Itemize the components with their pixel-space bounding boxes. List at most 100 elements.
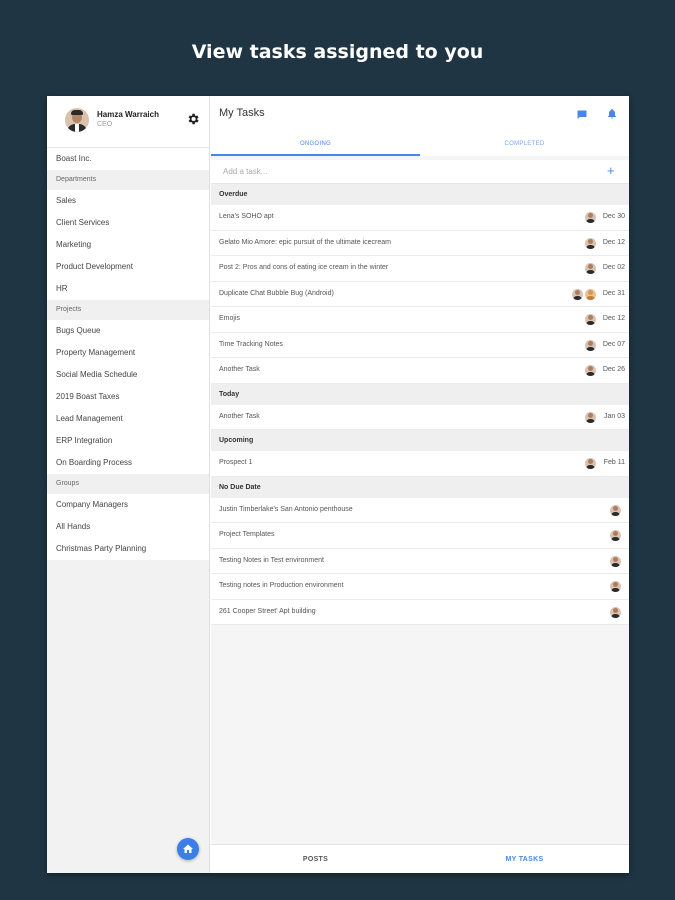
task-due-date: Dec 26 (602, 366, 625, 373)
task-title: Lena's SOHO apt (219, 213, 274, 220)
task-due-date: Jan 03 (603, 412, 625, 420)
sidebar-item[interactable]: 2019 Boast Taxes (47, 386, 209, 408)
nav-my-tasks[interactable]: MY TASKS (420, 845, 629, 873)
profile-name: Hamza Warraich (97, 110, 159, 119)
sidebar-item[interactable]: Boast Inc. (47, 148, 209, 170)
sidebar-item[interactable]: Bugs Queue (47, 320, 209, 342)
bottom-nav: POSTS MY TASKS (211, 844, 629, 873)
assignee-avatar (572, 288, 583, 300)
task-due-date: Dec 31 (602, 289, 625, 297)
task-list: Overdue Lena's SOHO apt Dec 30 Gelato Mio A… (211, 184, 629, 625)
sidebar-section-header: Projects (47, 300, 209, 320)
tab-ongoing[interactable]: ONGOING (211, 134, 420, 156)
task-title: Prospect 1 (219, 459, 253, 466)
sidebar-list: Boast Inc. Departments Sales Client Service… (47, 148, 209, 560)
assignee-avatar (585, 339, 596, 351)
sidebar-item[interactable]: All Hands (47, 516, 209, 538)
task-due-date: Dec 30 (602, 213, 625, 220)
sidebar-item[interactable]: Company Managers (47, 494, 209, 516)
task-row[interactable]: Testing notes in Production environment (211, 574, 629, 600)
task-title: Testing notes in Production environment (219, 582, 344, 589)
sidebar-section-header: Groups (47, 474, 209, 494)
chat-icon[interactable] (576, 108, 588, 120)
task-title: Testing Notes in Test environment (219, 556, 324, 564)
task-row[interactable]: Prospect 1 Feb 11 (211, 451, 629, 477)
sidebar-item[interactable]: Sales (47, 190, 209, 212)
sidebar: Hamza Warraich CEO Boast Inc. Departments… (47, 96, 210, 873)
assignee-avatar (585, 365, 596, 376)
sidebar-item[interactable]: ERP Integration (47, 430, 209, 452)
task-title: Time Tracking Notes (219, 340, 283, 348)
task-row[interactable]: Time Tracking Notes Dec 07 (211, 332, 629, 358)
sidebar-item[interactable]: Social Media Schedule (47, 364, 209, 386)
task-title: Gelato Mio Amore: epic pursuit of the ul… (219, 238, 391, 246)
task-due-date: Dec 12 (602, 315, 625, 322)
profile-role: CEO (97, 121, 113, 128)
add-task-input[interactable]: Add a task... (223, 167, 267, 176)
task-title: Emojis (219, 315, 241, 322)
assignee-avatar (585, 458, 596, 469)
task-row[interactable]: Emojis Dec 12 (211, 307, 629, 333)
task-title: Project Templates (219, 531, 275, 538)
task-row[interactable]: Project Templates (211, 523, 629, 549)
assignee-avatar (610, 555, 621, 567)
task-row[interactable]: Gelato Mio Amore: epic pursuit of the ul… (211, 230, 629, 256)
tablet-screen: Hamza Warraich CEO Boast Inc. Departments… (47, 96, 629, 873)
sidebar-item[interactable]: Marketing (47, 234, 209, 256)
assignee-avatar (585, 288, 596, 300)
task-title: Justin Timberlake's San Antonio penthous… (219, 505, 353, 513)
assignee-avatar (610, 606, 621, 618)
assignee-avatar (585, 314, 596, 325)
assignee-avatar (585, 212, 596, 223)
assignee-avatar (610, 581, 621, 592)
task-title: Another Task (219, 366, 260, 373)
headline: View tasks assigned to you (191, 41, 484, 63)
assignee-avatar (585, 237, 596, 249)
task-title: Duplicate Chat Bubble Bug (Android) (219, 289, 334, 297)
sidebar-item[interactable]: Lead Management (47, 408, 209, 430)
section-header: Overdue (211, 184, 629, 205)
task-title: Post 2: Pros and cons of eating ice crea… (219, 264, 389, 271)
assignee-avatar (610, 504, 621, 516)
top-bar: My Tasks ONGOING COMPLETED (211, 96, 629, 156)
task-row[interactable]: Duplicate Chat Bubble Bug (Android) Dec 3… (211, 281, 629, 307)
avatar[interactable] (65, 108, 89, 132)
task-due-date: Feb 11 (603, 459, 625, 466)
task-due-date: Dec 12 (602, 238, 625, 246)
bell-icon[interactable] (606, 107, 618, 120)
main-panel: My Tasks ONGOING COMPLETED Add a task...… (211, 96, 629, 873)
tab-completed[interactable]: COMPLETED (420, 134, 629, 156)
task-row[interactable]: Post 2: Pros and cons of eating ice crea… (211, 256, 629, 282)
assignee-avatar (610, 530, 621, 541)
section-header: Upcoming (211, 430, 629, 451)
section-header: No Due Date (211, 476, 629, 498)
sidebar-item[interactable]: Client Services (47, 212, 209, 234)
task-row[interactable]: Another Task Jan 03 (211, 404, 629, 430)
page-title: My Tasks (219, 107, 265, 119)
task-row[interactable]: Lena's SOHO apt Dec 30 (211, 205, 629, 231)
assignee-avatar (585, 263, 596, 274)
section-header: Today (211, 383, 629, 405)
settings-gear-icon[interactable] (185, 112, 201, 128)
add-task-row[interactable]: Add a task... + (211, 160, 629, 184)
sidebar-item[interactable]: Property Management (47, 342, 209, 364)
sidebar-item[interactable]: Product Development (47, 256, 209, 278)
task-row[interactable]: Testing Notes in Test environment (211, 548, 629, 574)
task-row[interactable]: Another Task Dec 26 (211, 358, 629, 384)
task-title: Another Task (219, 412, 260, 420)
sidebar-item[interactable]: On Boarding Process (47, 452, 209, 474)
sidebar-section-header: Departments (47, 170, 209, 190)
task-due-date: Dec 02 (602, 264, 625, 271)
home-icon (183, 844, 193, 853)
plus-icon[interactable]: + (607, 163, 615, 178)
task-row[interactable]: 261 Cooper Street' Apt building (211, 599, 629, 625)
nav-posts[interactable]: POSTS (211, 845, 420, 873)
task-tabs: ONGOING COMPLETED (211, 134, 629, 156)
sidebar-item[interactable]: Christmas Party Planning (47, 538, 209, 560)
profile-header[interactable]: Hamza Warraich CEO (47, 96, 209, 148)
task-title: 261 Cooper Street' Apt building (219, 607, 316, 615)
assignee-avatar (585, 411, 596, 423)
home-button[interactable] (177, 838, 199, 860)
sidebar-item[interactable]: HR (47, 278, 209, 300)
task-row[interactable]: Justin Timberlake's San Antonio penthous… (211, 497, 629, 523)
